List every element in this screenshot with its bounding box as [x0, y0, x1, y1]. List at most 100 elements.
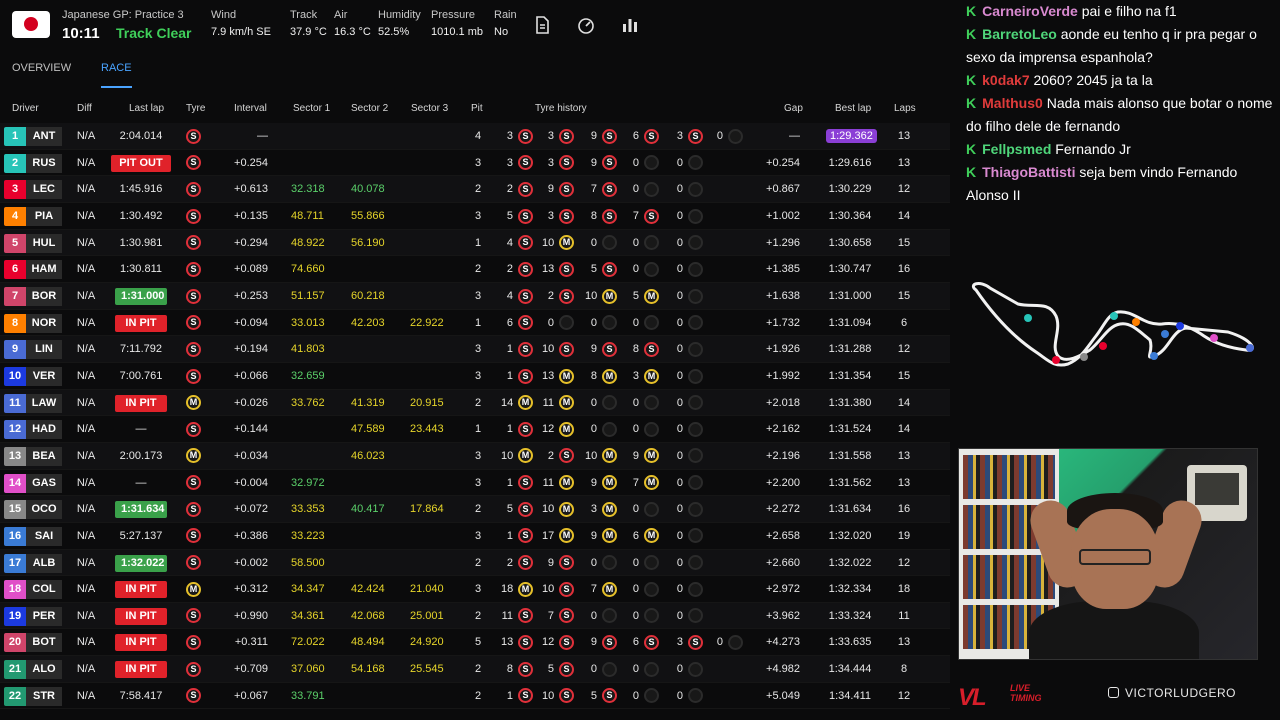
table-row[interactable]: 5 HUL N/A 1:30.981 S +0.294 48.922 56.190 1 4 S 10 M…	[0, 229, 950, 257]
table-row[interactable]: 18 COL N/A IN PIT M +0.312 34.347 42.424 21.040 3…	[0, 576, 950, 603]
last-lap: IN PIT	[111, 656, 171, 682]
table-row[interactable]: 16 SAI N/A 5:27.137 S +0.386 33.223 3 1 S 17 M 9 M 6 M 0…	[0, 523, 950, 550]
table-row[interactable]: 17 ALB N/A 1:32.022 S +0.002 58.500 2 2 S 9 S 0 0 0 +2.…	[0, 549, 950, 577]
tyre-cell: S	[186, 176, 204, 202]
tyre-compound-icon	[688, 395, 703, 411]
tab-overview[interactable]: OVERVIEW	[12, 62, 71, 86]
stint-tyre: S	[644, 203, 660, 229]
track-map	[971, 282, 1254, 367]
table-row[interactable]: 22 STR N/A 7:58.417 S +0.067 33.791 2 1 S 10 S 5 S 0 0 +…	[0, 683, 950, 710]
platform-icon: K	[966, 95, 977, 111]
table-row[interactable]: 13 BEA N/A 2:00.173 M +0.034 46.023 3 10 M 2 S 10 M 9 M…	[0, 442, 950, 470]
stint-tyre: S	[518, 283, 534, 309]
diff-value: N/A	[76, 503, 96, 516]
table-row[interactable]: 3 LEC N/A 1:45.916 S +0.613 32.318 40.078 2 2 S 9 S 7…	[0, 176, 950, 203]
stint-tyre: M	[559, 470, 575, 496]
diff-value: N/A	[76, 396, 96, 409]
tyre-compound-icon: M	[186, 581, 201, 597]
tab-race[interactable]: RACE	[101, 62, 132, 88]
best-lap: 1:30.747	[828, 263, 872, 276]
brand-logo: VL LIVE TIMING	[958, 683, 1042, 711]
stint-tyre: S	[559, 656, 575, 682]
stint-tyre	[688, 656, 704, 682]
tyre-compound-icon: M	[602, 581, 617, 597]
stint-laps: 18	[501, 583, 514, 596]
session-name: Japanese GP: Practice 3	[62, 9, 184, 21]
tyre-cell: S	[186, 310, 204, 336]
tyre-compound-icon: S	[186, 261, 201, 277]
table-row[interactable]: 19 PER N/A IN PIT S +0.990 34.361 42.068 25.001 2…	[0, 602, 950, 630]
table-row[interactable]: 8 NOR N/A IN PIT S +0.094 33.013 42.203 22.922 1 6…	[0, 310, 950, 337]
stint-laps: 0	[632, 423, 639, 436]
tyre-compound-icon: S	[559, 448, 574, 464]
last-lap: IN PIT	[111, 390, 171, 416]
table-row[interactable]: 20 BOT N/A IN PIT S +0.311 72.022 48.494 24.920 5…	[0, 629, 950, 657]
tyre-cell: S	[186, 629, 204, 655]
chat-username[interactable]: Fellpsmed	[982, 141, 1051, 157]
gap-value: +5.049	[766, 689, 800, 702]
chat-username[interactable]: CarneiroVerde	[982, 3, 1078, 19]
interval-value: +0.613	[234, 183, 268, 196]
table-row[interactable]: 2 RUS N/A PIT OUT S +0.254 3 3 S 3 S 9 S 0 0 +0.254 1:29…	[0, 150, 950, 177]
tyre-compound-icon: M	[644, 288, 659, 304]
stint-tyre: S	[518, 203, 534, 229]
column-header: Last lap	[129, 103, 165, 114]
lap-count: 15	[897, 289, 911, 302]
stint-laps: 0	[676, 316, 683, 329]
chat-username[interactable]: k0dak7	[982, 72, 1029, 88]
stint-tyre: S	[518, 310, 534, 336]
stint-laps: 5	[547, 663, 554, 676]
tyre-compound-icon: S	[518, 528, 533, 544]
best-lap: 1:31.094	[828, 316, 872, 329]
table-row[interactable]: 21 ALO N/A IN PIT S +0.709 37.060 54.168 25.545 2…	[0, 656, 950, 683]
pit-count: 1	[474, 236, 482, 249]
table-row[interactable]: 14 GAS N/A — S +0.004 32.972 3 1 S 11 M 9 M 7 M 0 +2.200 1…	[0, 470, 950, 497]
tyre-compound-icon: M	[644, 448, 659, 464]
stint-laps: 5	[590, 689, 597, 702]
document-icon[interactable]	[533, 16, 551, 34]
lap-count: 12	[897, 556, 911, 569]
bar-chart-icon[interactable]	[621, 16, 639, 34]
table-row[interactable]: 4 PIA N/A 1:30.492 S +0.135 48.711 55.866 3 5 S 3 S 8…	[0, 203, 950, 230]
sector-3-time: 17.864	[410, 503, 444, 516]
chat-username[interactable]: BarretoLeo	[982, 26, 1057, 42]
table-row[interactable]: 7 BOR N/A 1:31.000 S +0.253 51.157 60.218 3 4 S 2 S 1…	[0, 282, 950, 310]
stint-tyre: S	[559, 176, 575, 202]
stint-laps: 1	[506, 476, 513, 489]
tyre-compound-icon: S	[559, 688, 574, 704]
tyre-compound-icon: M	[518, 395, 533, 411]
chat-username[interactable]: ThiagoBattisti	[982, 164, 1075, 180]
best-lap: 1:34.411	[828, 689, 871, 702]
sector-2-time: 47.589	[351, 423, 385, 436]
sector-3-time	[410, 230, 450, 256]
last-lap: 5:27.137	[119, 529, 163, 542]
tyre-compound-icon	[688, 661, 703, 677]
stint-laps: 3	[547, 156, 554, 169]
diff-value: N/A	[76, 663, 96, 676]
interval-value: +0.709	[234, 663, 268, 676]
weather-rain: Rain No	[494, 9, 517, 38]
stint-laps: 3	[676, 130, 683, 142]
diff-value: N/A	[76, 423, 96, 436]
table-row[interactable]: 15 OCO N/A 1:31.634 S +0.072 33.353 40.417 17.86…	[0, 496, 950, 523]
chat-username[interactable]: Malthus0	[982, 95, 1043, 111]
table-row[interactable]: 6 HAM N/A 1:30.811 S +0.089 74.660 2 2 S 13 S 5 S 0 0 +1…	[0, 256, 950, 283]
table-row[interactable]: 10 VER N/A 7:00.761 S +0.066 32.659 3 1 S 13 M 8 M 3 M 0…	[0, 363, 950, 390]
tyre-compound-icon: M	[559, 475, 574, 491]
tyre-compound-icon: M	[559, 528, 574, 544]
table-row[interactable]: 12 HAD N/A — S +0.144 47.589 23.443 1 1 S 12 M 0 0 0 +2.…	[0, 416, 950, 443]
stint-laps: 13	[542, 263, 555, 276]
table-row[interactable]: 1 ANT N/A 2:04.014 S —4 3 S 3 S 9 S 6 S 3 S 0—1:29.362 13	[0, 123, 950, 150]
tyre-compound-icon: M	[644, 368, 659, 384]
stint-laps: 0	[676, 663, 683, 676]
stint-laps: 7	[590, 183, 597, 196]
stint-tyre	[688, 150, 704, 176]
table-row[interactable]: 11 LAW N/A IN PIT M +0.026 33.762 41.319 20.915 2…	[0, 389, 950, 417]
tyre-compound-icon	[602, 661, 617, 677]
last-lap: 7:58.417	[119, 689, 163, 702]
sector-3-time	[410, 443, 450, 469]
table-row[interactable]: 9 LIN N/A 7:11.792 S +0.194 41.803 3 1 S 10 S 9 S 8 S 0 +…	[0, 336, 950, 363]
gauge-icon[interactable]	[577, 16, 595, 34]
gap-value: +1.992	[766, 369, 800, 382]
tyre-compound-icon: S	[186, 421, 201, 437]
